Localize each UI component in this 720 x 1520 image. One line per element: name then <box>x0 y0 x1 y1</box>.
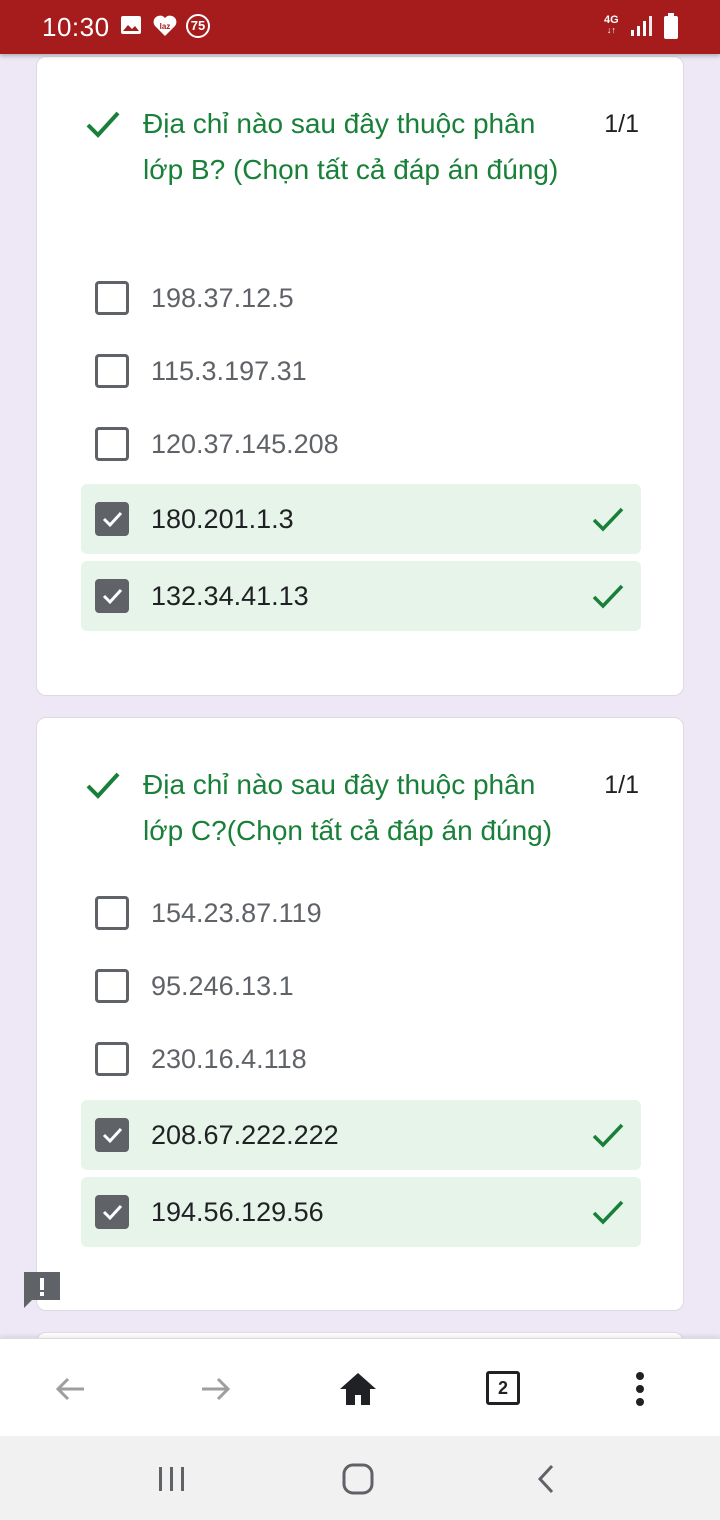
correct-check-icon <box>592 507 624 532</box>
checkbox[interactable] <box>95 969 129 1003</box>
tabs-button[interactable]: 2 <box>482 1367 526 1411</box>
checkbox[interactable] <box>95 427 129 461</box>
checkbox-checked[interactable] <box>95 1195 129 1229</box>
question-title: Địa chỉ nào sau đây thuộc phân lớp B? (C… <box>143 108 559 185</box>
option-label: 194.56.129.56 <box>151 1197 324 1227</box>
gallery-icon <box>121 16 141 34</box>
feedback-icon[interactable] <box>24 1270 62 1308</box>
more-vert-icon[interactable] <box>618 1367 662 1411</box>
checkbox[interactable] <box>95 354 129 388</box>
question-score: 1/1 <box>604 771 639 799</box>
option-row[interactable]: 115.3.197.31 <box>81 336 641 406</box>
option-label: 230.16.4.118 <box>151 1044 307 1074</box>
data-arrows-icon: ↓↑ <box>606 25 616 35</box>
option-row[interactable]: 154.23.87.119 <box>81 878 641 948</box>
checkmark-icon <box>102 588 123 605</box>
correct-check-icon <box>86 111 120 138</box>
checkbox[interactable] <box>95 896 129 930</box>
checkmark-icon <box>102 511 123 528</box>
option-label: 154.23.87.119 <box>151 898 322 928</box>
network-label: 4G <box>604 14 619 26</box>
home-button-icon[interactable] <box>340 1462 376 1496</box>
signal-icon <box>631 16 652 36</box>
lazada-icon: laz <box>153 15 177 36</box>
recent-apps-icon[interactable] <box>154 1462 190 1496</box>
checkmark-icon <box>102 1127 123 1144</box>
browser-toolbar: 2 <box>0 1338 720 1437</box>
option-label: 208.67.222.222 <box>151 1120 339 1150</box>
4g-icon: 4G ↓↑ <box>604 14 619 36</box>
status-time: 10:30 <box>42 12 110 42</box>
question-score: 1/1 <box>604 110 639 138</box>
system-back-icon[interactable] <box>530 1462 566 1496</box>
checkbox[interactable] <box>95 1042 129 1076</box>
correct-check-icon <box>592 1123 624 1148</box>
battery-icon <box>664 13 678 39</box>
system-navigation-bar <box>0 1436 720 1520</box>
checkmark-icon <box>102 1204 123 1221</box>
checkbox-checked[interactable] <box>95 579 129 613</box>
option-row[interactable]: 198.37.12.5 <box>81 263 641 333</box>
option-row-correct[interactable]: 132.34.41.13 <box>81 561 641 631</box>
forward-arrow-icon[interactable] <box>194 1367 238 1411</box>
option-label: 180.201.1.3 <box>151 504 294 534</box>
option-label: 115.3.197.31 <box>151 356 307 386</box>
checkbox-checked[interactable] <box>95 502 129 536</box>
option-label: 120.37.145.208 <box>151 429 339 459</box>
option-label: 95.246.13.1 <box>151 971 294 1001</box>
option-label: 132.34.41.13 <box>151 581 309 611</box>
correct-check-icon <box>86 772 120 799</box>
option-row-correct[interactable]: 180.201.1.3 <box>81 484 641 554</box>
back-arrow-icon[interactable] <box>48 1367 92 1411</box>
notification-count-icon: 75 <box>186 14 210 38</box>
svg-text:laz: laz <box>160 22 171 31</box>
option-row[interactable]: 120.37.145.208 <box>81 409 641 479</box>
question-card: Địa chỉ nào sau đây thuộc phân lớp B? (C… <box>36 56 684 696</box>
home-icon[interactable] <box>336 1367 380 1411</box>
checkbox-checked[interactable] <box>95 1118 129 1152</box>
question-title: Địa chỉ nào sau đây thuộc phân lớp C?(Ch… <box>143 769 553 846</box>
option-row[interactable]: 230.16.4.118 <box>81 1024 641 1094</box>
correct-check-icon <box>592 584 624 609</box>
question-card: Địa chỉ nào sau đây thuộc phân lớp C?(Ch… <box>36 717 684 1311</box>
option-row-correct[interactable]: 208.67.222.222 <box>81 1100 641 1170</box>
checkbox[interactable] <box>95 281 129 315</box>
option-label: 198.37.12.5 <box>151 283 294 313</box>
status-bar: 10:30 laz 75 4G ↓↑ <box>0 0 720 54</box>
tab-count: 2 <box>486 1371 520 1405</box>
option-row[interactable]: 95.246.13.1 <box>81 951 641 1021</box>
option-row-correct[interactable]: 194.56.129.56 <box>81 1177 641 1247</box>
correct-check-icon <box>592 1200 624 1225</box>
